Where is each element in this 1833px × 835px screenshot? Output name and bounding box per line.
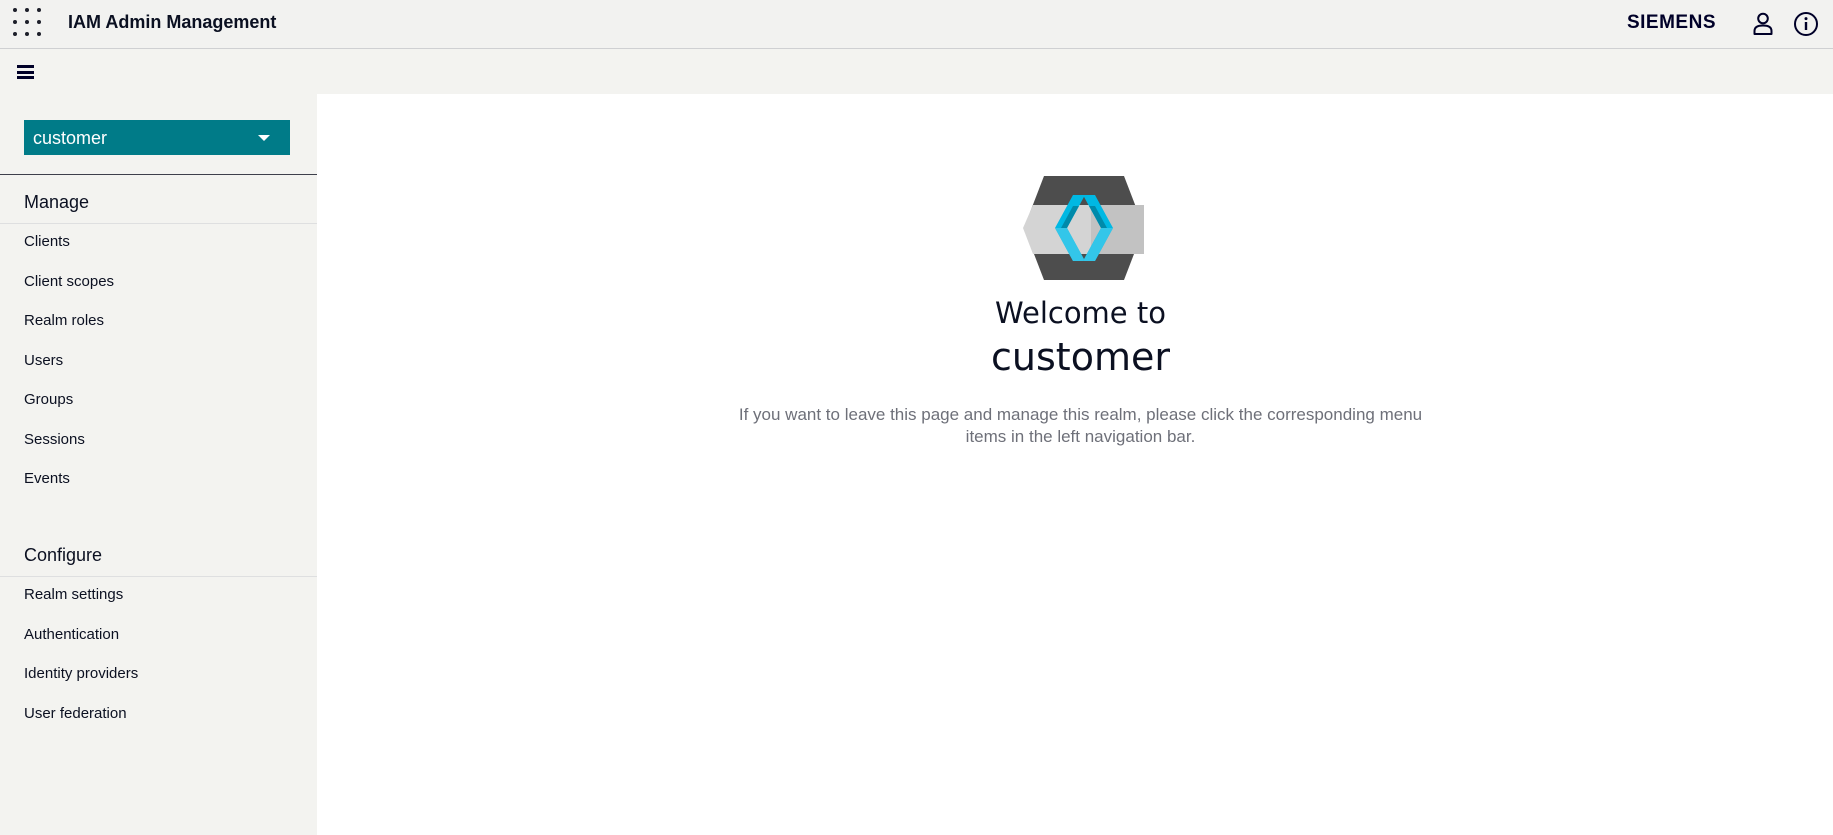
section-title-manage: Manage: [24, 192, 90, 212]
sidebar-item-realm-settings[interactable]: Realm settings: [0, 578, 317, 612]
siemens-logo: SIEMENS: [1626, 12, 1716, 33]
sidebar-item-sessions[interactable]: Sessions: [0, 423, 317, 457]
sidebar: customer Manage Clients Client scopes Re…: [0, 94, 317, 835]
info-icon[interactable]: [1792, 10, 1820, 38]
hamburger-icon[interactable]: [17, 65, 34, 79]
sidebar-item-clients[interactable]: Clients: [0, 225, 317, 259]
welcome-title: Welcome to: [995, 296, 1166, 330]
sidebar-item-events[interactable]: Events: [0, 462, 317, 496]
realm-name-heading: customer: [991, 335, 1170, 379]
grid-dot: [13, 20, 17, 24]
sidebar-item-user-federation[interactable]: User federation: [0, 697, 317, 731]
main-content: Welcome to customer If you want to leave…: [317, 94, 1833, 835]
sidebar-item-authentication[interactable]: Authentication: [0, 618, 317, 652]
caret-down-icon: [258, 135, 270, 141]
user-icon[interactable]: [1749, 10, 1777, 38]
sidebar-divider: [0, 174, 317, 175]
app-title: IAM Admin Management: [68, 12, 277, 32]
grid-dot: [13, 32, 17, 36]
app-grid-icon[interactable]: [11, 7, 43, 39]
sidebar-item-realm-roles[interactable]: Realm roles: [0, 304, 317, 338]
sidebar-item-client-scopes[interactable]: Client scopes: [0, 265, 317, 299]
section-divider: [0, 576, 317, 577]
grid-dot: [25, 8, 29, 12]
grid-dot: [37, 8, 41, 12]
grid-dot: [37, 20, 41, 24]
keycloak-logo: [1021, 176, 1147, 280]
realm-selector[interactable]: customer: [24, 120, 290, 155]
realm-selector-value: customer: [33, 128, 108, 148]
grid-dot: [13, 8, 17, 12]
section-divider: [0, 223, 317, 224]
grid-dot: [37, 32, 41, 36]
grid-dot: [25, 32, 29, 36]
sidebar-item-groups[interactable]: Groups: [0, 383, 317, 417]
section-title-configure: Configure: [24, 545, 103, 565]
welcome-description: If you want to leave this page and manag…: [738, 405, 1423, 446]
sidebar-item-identity-providers[interactable]: Identity providers: [0, 657, 317, 691]
sidebar-item-users[interactable]: Users: [0, 344, 317, 378]
grid-dot: [25, 20, 29, 24]
top-header: IAM Admin Management SIEMENS: [0, 0, 1833, 49]
toolbar: [0, 49, 1833, 94]
